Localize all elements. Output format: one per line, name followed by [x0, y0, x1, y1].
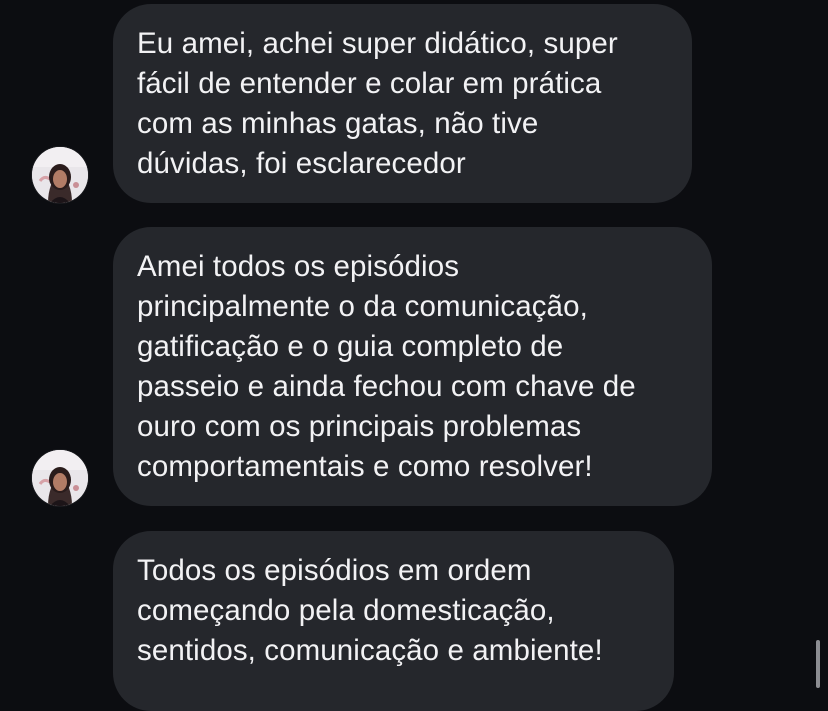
sender-avatar[interactable] — [32, 147, 88, 203]
avatar-photo-icon — [32, 147, 88, 203]
message-text: Eu amei, achei super didático, super fác… — [137, 27, 618, 180]
scrollbar-thumb[interactable] — [816, 640, 820, 688]
sender-avatar[interactable] — [32, 450, 88, 506]
message-text: Amei todos os episódios principalmente o… — [137, 250, 636, 483]
message-bubble[interactable]: Amei todos os episódios principalmente o… — [113, 227, 712, 506]
chat-thread: Eu amei, achei super didático, super fác… — [0, 0, 828, 711]
message-text: Todos os episódios em ordem começando pe… — [137, 554, 603, 667]
message-bubble[interactable]: Todos os episódios em ordem começando pe… — [113, 531, 674, 711]
message-bubble[interactable]: Eu amei, achei super didático, super fác… — [113, 4, 692, 203]
avatar-photo-icon — [32, 450, 88, 506]
